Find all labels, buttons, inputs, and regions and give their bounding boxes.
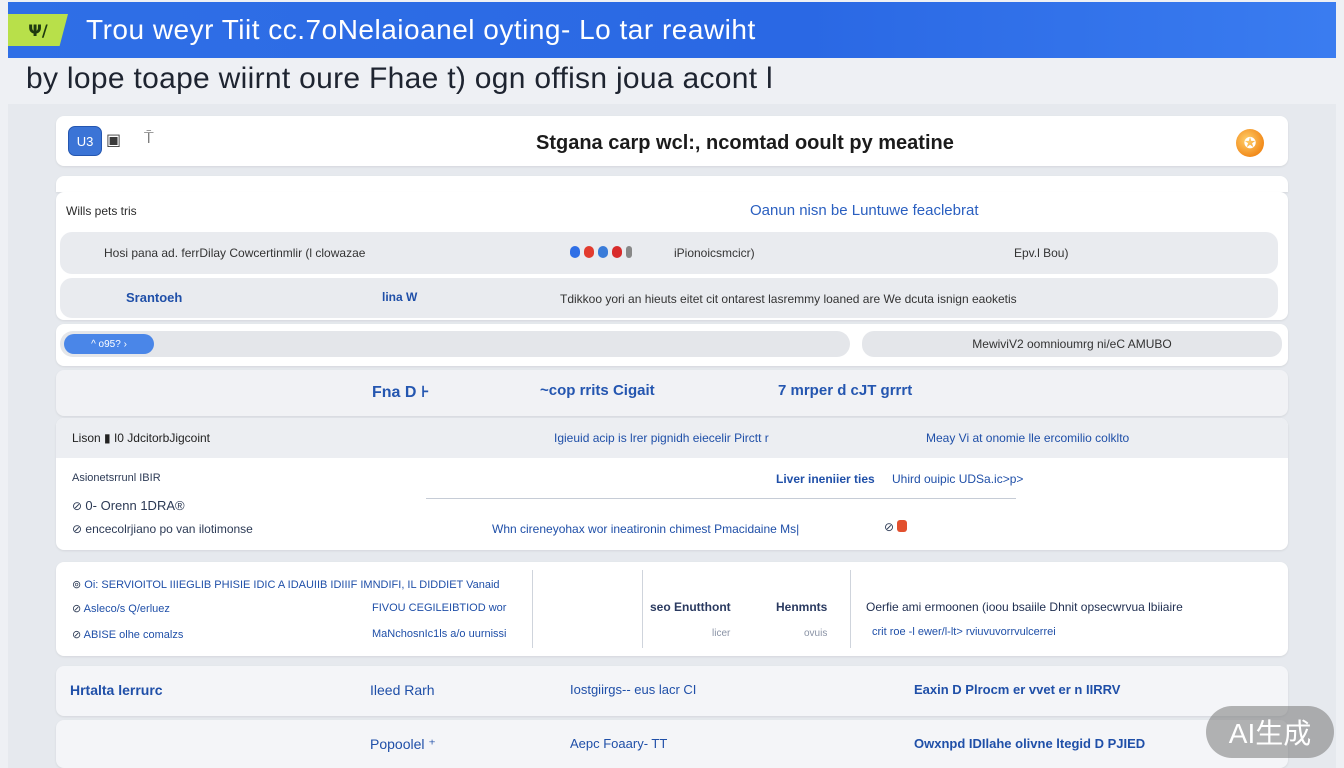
record-text: Oi: SERVIOITOL IIIEGLIB PHISIE IDIC A ID…	[84, 579, 500, 591]
footer-row[interactable]: Popoolel ⁺ Aepc Foaary- TT Owxnpd IDIlah…	[56, 720, 1288, 768]
row-type: lina W	[382, 290, 418, 304]
details-header: Lison ▮ I0 JdcitorbJigcoint Igieuid acip…	[56, 418, 1288, 458]
alert-icon[interactable]	[897, 520, 908, 532]
details-title-text: Lison ▮ I0 JdcitorbJigcoint	[72, 431, 211, 445]
row-description: Tdikkoo yori an hieuts eitet cit ontares…	[560, 292, 1017, 306]
record-icon: ⊘	[72, 629, 82, 641]
column-header: Henmnts	[776, 600, 828, 614]
header-bar: U3 ▣ ⍑ Stgana carp wcl:‚ ncomtad ooult p…	[56, 116, 1288, 166]
details-note: Meay Vi at onomie lle ercomilio colklto	[926, 431, 1130, 445]
column-separator	[642, 570, 643, 648]
record-icon: ⊘	[72, 603, 82, 615]
sub-link[interactable]: Liver ineniier ties	[776, 472, 875, 486]
item-label: encecolrjiano po van ilotimonse	[85, 522, 253, 536]
record-text: Asleco/s Q/erluez	[83, 603, 170, 615]
table-row[interactable]: Srantoeh lina W Tdikkoo yori an hieuts e…	[60, 278, 1278, 318]
record-icon: ⊚	[72, 579, 82, 591]
footer-type: Popoolel ⁺	[370, 736, 436, 752]
page-subtitle: by lope toape wiirnt oure Fhae t) ogn of…	[26, 62, 774, 95]
row-description: Hosi pana ad. ferrDilay Cowcertinmlir (l…	[104, 246, 366, 260]
connector-line	[426, 498, 1016, 499]
sub-label: Asionetsrrunl IBIR	[72, 472, 161, 484]
details-link[interactable]: Igieuid acip is lrer pignidh eiecelir Pi…	[554, 431, 769, 445]
details-panel: Lison ▮ I0 JdcitorbJigcoint Igieuid acip…	[56, 418, 1288, 550]
window-title-bar: Ψ/ Trou weyr Tiit cc.7oNelaioanel oyting…	[8, 2, 1336, 58]
section-divider	[56, 176, 1288, 192]
column-header: seo Enutthont	[650, 600, 731, 614]
app-canvas: U3 ▣ ⍑ Stgana carp wcl:‚ ncomtad ooult p…	[8, 104, 1336, 768]
status-dot	[598, 246, 608, 258]
column-value: ovuis	[804, 628, 828, 639]
footer-type: Ileed Rarh	[370, 682, 435, 698]
status-dot	[584, 246, 594, 258]
tab-bar: Fna D ⊦ ~cop rrits Cigait 7 mrper d cJT …	[56, 370, 1288, 416]
footer-status: Eaxin D Plrocm er vvet er n IIRRV	[914, 682, 1121, 697]
page-title: Stgana carp wcl:‚ ncomtad ooult py meati…	[536, 132, 954, 154]
list-item[interactable]: ⊚ Oi: SERVIOITOL IIIEGLIB PHISIE IDIC A …	[72, 578, 500, 591]
tab-second[interactable]: ~cop rrits Cigait	[540, 382, 655, 399]
grid-icon[interactable]: ▣	[106, 130, 121, 150]
filter-icon[interactable]: ⍑	[144, 130, 154, 148]
status-dots	[570, 246, 632, 258]
sub-note: Uhird ouipic UDSa.ic>p>	[892, 472, 1024, 486]
list-item[interactable]: ⊘ 0- Orenn 1DRA®	[72, 498, 185, 513]
record-detail: MaNchosnIc1ls a/o uurnissi	[372, 628, 507, 640]
row-value: iPionoicsmcicr)	[674, 246, 755, 260]
tab-third[interactable]: 7 mrper d cJT grrr​t	[778, 382, 912, 399]
tab-first[interactable]: Fna D ⊦	[372, 382, 430, 402]
table-row[interactable]: Hosi pana ad. ferrDilay Cowcertinmlir (l…	[60, 232, 1278, 274]
search-button[interactable]: ^ o95? ›	[64, 334, 154, 354]
footer-description: Aepc Foaary- TT	[570, 736, 668, 751]
link-icon[interactable]: ⊘	[884, 520, 894, 534]
user-avatar-icon[interactable]: ✪	[1236, 129, 1264, 157]
item-icon: ⊘	[72, 522, 83, 536]
column-value: crit roe -l ewer/l-lt> rviuvuvorrvulcerr…	[872, 626, 1056, 638]
records-panel: ⊚ Oi: SERVIOITOL IIIEGLIB PHISIE IDIC A …	[56, 562, 1288, 656]
footer-name[interactable]: Hrtalta lerrurc	[70, 682, 163, 698]
status-field: MewiviV2 oomnioumrg ni/eC AMUBO	[862, 331, 1282, 357]
status-dot	[570, 246, 580, 258]
record-detail: FIVOU CEGILEIBTIOD wor	[372, 602, 507, 614]
record-text: ABISE olhe comalzs	[83, 629, 184, 641]
list-item[interactable]: ⊘ encecolrjiano po van ilotimonse	[72, 522, 253, 536]
list-item[interactable]: ⊘ Asleco/s Q/erluez	[72, 602, 170, 615]
summary-panel: Wills pets tris Oanun nisn be Luntuwe fe…	[56, 192, 1288, 320]
item-icon: ⊘	[72, 499, 83, 513]
item-actions: ⊘	[884, 520, 908, 534]
row-name[interactable]: Srantoeh	[126, 290, 182, 305]
column-value: licer	[712, 628, 731, 639]
ai-generated-watermark: AI生成	[1206, 706, 1334, 758]
search-panel: ^ o95? › MewiviV2 oomnioumrg ni/eC AMUBO	[56, 324, 1288, 366]
status-dot	[626, 246, 632, 258]
search-input[interactable]: ^ o95? ›	[60, 331, 850, 357]
window-title: Trou weyr Tiit cc.7oNelaioanel oyting- L…	[86, 14, 756, 45]
row-extra: Epv.l Bou)	[1014, 246, 1069, 260]
panel-label: Wills pets tris	[66, 204, 137, 218]
item-label: 0- Orenn 1DRA®	[85, 498, 185, 513]
footer-row[interactable]: Hrtalta lerrurc Ileed Rarh Iostgiirgs-- …	[56, 666, 1288, 716]
list-item[interactable]: ⊘ ABISE olhe comalzs	[72, 628, 183, 641]
footer-description: Iostgiirgs-- eus lacr CI	[570, 682, 697, 697]
column-header: Oerfie ami ermoonen (ioou bsaiile Dhnit …	[866, 600, 1183, 614]
app-logo-icon: Ψ/	[8, 14, 68, 46]
profile-badge-button[interactable]: U3	[68, 126, 102, 156]
item-description: Whn cireneyohax wor ineatironin chimest …	[492, 522, 800, 536]
panel-link[interactable]: Oanun nisn be Luntuwe feaclebrat	[750, 202, 979, 219]
column-separator	[850, 570, 851, 648]
footer-status: Owxnpd IDIlahe olivne ltegid D PJIED	[914, 736, 1146, 751]
details-title: Lison ▮ I0 JdcitorbJigcoint	[72, 431, 210, 445]
column-separator	[532, 570, 533, 648]
status-dot	[612, 246, 622, 258]
